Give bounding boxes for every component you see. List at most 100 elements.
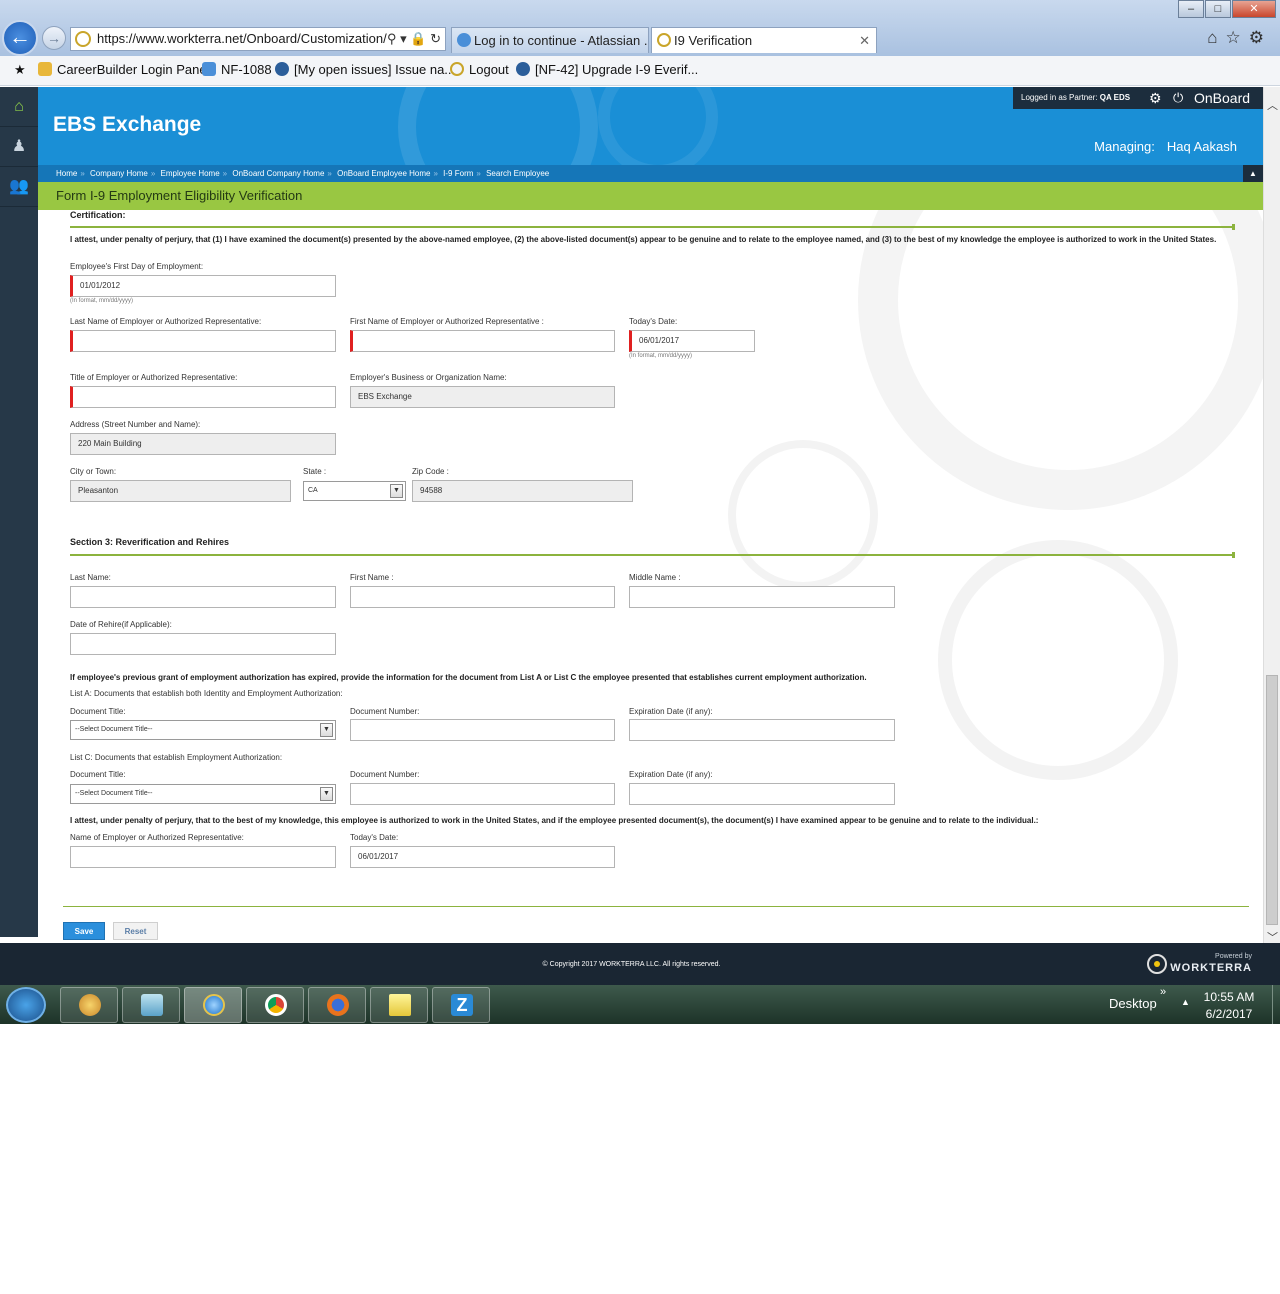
onboard-label[interactable]: OnBoard (1194, 87, 1250, 109)
reset-button[interactable]: Reset (113, 922, 158, 940)
windows-taskbar: Z Desktop » ▲ 10:55 AM 6/2/2017 (0, 985, 1280, 1024)
employer-last-name-input[interactable] (70, 330, 336, 352)
s3-middle-name-label: Middle Name : (629, 573, 681, 582)
collapse-toggle-icon[interactable]: ▲ (1243, 165, 1263, 182)
home-icon[interactable]: ⌂ (1207, 28, 1225, 47)
desktop-toolbar-label[interactable]: Desktop (1109, 996, 1157, 1011)
show-desktop-button[interactable] (1272, 985, 1280, 1024)
list-a-doc-number-input[interactable] (350, 719, 615, 741)
address-input[interactable]: 220 Main Building (70, 433, 336, 455)
select-placeholder: --Select Document Title-- (75, 790, 153, 797)
list-c-expiration-label: Expiration Date (if any): (629, 770, 713, 779)
taskbar-zoom[interactable]: Z (432, 987, 490, 1023)
chevron-down-icon: ▼ (390, 484, 403, 498)
minimize-button[interactable]: – (1178, 0, 1204, 18)
s3-todays-date-input[interactable]: 06/01/2017 (350, 846, 615, 868)
taskbar-paint[interactable] (60, 987, 118, 1023)
breadcrumb-home[interactable]: Home (56, 169, 77, 178)
s3-middle-name-input[interactable] (629, 586, 895, 608)
rehire-date-label: Date of Rehire(if Applicable): (70, 620, 172, 629)
s3-first-name-input[interactable] (350, 586, 615, 608)
powered-by-label: Powered by (1215, 953, 1252, 960)
settings-gear-icon[interactable]: ⚙ (1249, 28, 1272, 47)
s3-employer-name-input[interactable] (70, 846, 336, 868)
chrome-icon (265, 994, 287, 1016)
s3-last-name-input[interactable] (70, 586, 336, 608)
taskbar-chrome[interactable] (246, 987, 304, 1023)
browser-tab-i9[interactable]: I9 Verification ✕ (651, 27, 877, 53)
nav-users-icon[interactable]: 👥 (0, 167, 38, 207)
nav-home-icon[interactable]: ⌂ (0, 87, 38, 127)
zip-input[interactable]: 94588 (412, 480, 633, 502)
breadcrumb-onboard-company-home[interactable]: OnBoard Company Home (232, 169, 324, 178)
workterra-tab-icon (657, 33, 671, 47)
address-tools-icon[interactable]: ⚲ ▾ 🔒 ↻ (387, 28, 441, 50)
background-decoration (858, 210, 1263, 510)
address-bar[interactable]: https://www.workterra.net/Onboard/Custom… (70, 27, 446, 51)
breadcrumb-i9-form[interactable]: I-9 Form (443, 169, 473, 178)
list-c-doc-title-select[interactable]: --Select Document Title-- ▼ (70, 784, 336, 804)
rehire-date-input[interactable] (70, 633, 336, 655)
todays-date-input[interactable]: 06/01/2017 (629, 330, 755, 352)
favorites-star-icon[interactable]: ☆ (1226, 28, 1249, 47)
close-tab-icon[interactable]: ✕ (859, 28, 870, 53)
list-c-label: List C: Documents that establish Employm… (70, 753, 283, 762)
close-window-button[interactable]: ✕ (1232, 0, 1276, 18)
list-a-expiration-input[interactable] (629, 719, 895, 741)
maximize-button[interactable]: □ (1205, 0, 1231, 18)
employer-title-input[interactable] (70, 386, 336, 408)
address-url: https://www.workterra.net/Onboard/Custom… (97, 31, 387, 46)
chevron-right-icon[interactable]: » (1160, 986, 1166, 998)
system-clock[interactable]: 10:55 AM 6/2/2017 (1192, 989, 1266, 1023)
s3-employer-name-label: Name of Employer or Authorized Represent… (70, 833, 244, 842)
save-button[interactable]: Save (63, 922, 105, 940)
employer-first-name-input[interactable] (350, 330, 615, 352)
favorites-add-icon[interactable]: ★ (14, 62, 26, 78)
managing-info: Managing: Haq Aakash (1094, 139, 1237, 154)
browser-titlebar: – □ ✕ ← → https://www.workterra.net/Onbo… (0, 0, 1280, 56)
taskbar-firefox[interactable] (308, 987, 366, 1023)
form-content: Certification: I attest, under penalty o… (38, 210, 1263, 943)
page-scrollbar[interactable]: ︿ ﹀ (1263, 87, 1280, 944)
scroll-up-icon[interactable]: ︿ (1264, 97, 1280, 113)
breadcrumb-onboard-employee-home[interactable]: OnBoard Employee Home (337, 169, 430, 178)
scrollbar-thumb[interactable] (1266, 675, 1278, 925)
list-a-doc-title-select[interactable]: --Select Document Title-- ▼ (70, 720, 336, 740)
business-name-input[interactable]: EBS Exchange (350, 386, 615, 408)
start-button[interactable] (6, 987, 46, 1023)
city-input[interactable]: Pleasanton (70, 480, 291, 502)
breadcrumb-employee-home[interactable]: Employee Home (161, 169, 220, 178)
tray-arrow-icon[interactable]: ▲ (1181, 997, 1190, 1007)
state-select[interactable]: CA ▼ (303, 481, 406, 501)
taskbar-notes[interactable] (122, 987, 180, 1023)
jira-icon (275, 62, 289, 76)
favorites-bar: ★ CareerBuilder Login Panel NF-1088 [My … (0, 56, 1280, 86)
s3-attest-text: I attest, under penalty of perjury, that… (70, 816, 1039, 825)
nav-user-icon[interactable]: ♟ (0, 127, 38, 167)
taskbar-sticky-notes[interactable] (370, 987, 428, 1023)
section3-heading: Section 3: Reverification and Rehires (70, 537, 230, 547)
favorite-nf-42[interactable]: [NF-42] Upgrade I-9 Everif... (516, 62, 698, 77)
address-label: Address (Street Number and Name): (70, 420, 201, 429)
back-button[interactable]: ← (2, 20, 38, 56)
breadcrumb-company-home[interactable]: Company Home (90, 169, 148, 178)
browser-tab-atlassian[interactable]: Log in to continue - Atlassian ... (451, 27, 649, 53)
favorite-careerbuilder[interactable]: CareerBuilder Login Panel (38, 62, 209, 77)
workterra-icon (450, 62, 464, 76)
power-icon[interactable]: ⏻ (1173, 87, 1183, 109)
left-nav: ⌂ ♟ 👥 (0, 87, 38, 937)
first-day-input[interactable]: 01/01/2012 (70, 275, 336, 297)
tab-label: Log in to continue - Atlassian ... (474, 33, 649, 48)
settings-gear-icon[interactable]: ⚙ (1149, 87, 1162, 109)
favorite-logout[interactable]: Logout (450, 62, 509, 77)
list-c-doc-number-input[interactable] (350, 783, 615, 805)
logged-in-info: Logged in as Partner: QA EDS (1021, 87, 1130, 109)
breadcrumb-search-employee[interactable]: Search Employee (486, 169, 549, 178)
taskbar-internet-explorer[interactable] (184, 987, 242, 1023)
managing-value[interactable]: Haq Aakash (1167, 139, 1237, 154)
list-c-expiration-input[interactable] (629, 783, 895, 805)
favorite-nf-1088[interactable]: NF-1088 (202, 62, 272, 77)
forward-button[interactable]: → (42, 26, 66, 50)
favorite-open-issues[interactable]: [My open issues] Issue na... (275, 62, 455, 77)
background-decoration (938, 540, 1178, 780)
